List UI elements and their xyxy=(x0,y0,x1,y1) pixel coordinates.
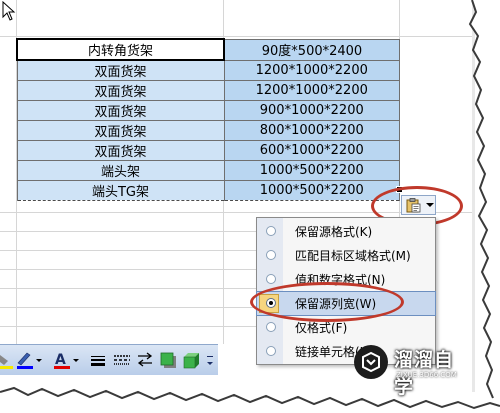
menu-item-label: 值和数字格式(N) xyxy=(295,273,386,287)
arrow-style-icon[interactable] xyxy=(136,351,154,369)
3d-icon[interactable] xyxy=(182,351,200,369)
cell-name[interactable]: 双面货架 xyxy=(16,80,225,101)
line-color-icon[interactable] xyxy=(15,351,43,369)
cell-size[interactable]: 800*1000*2200 xyxy=(223,120,400,141)
gridline xyxy=(0,288,256,289)
gridline xyxy=(0,307,256,308)
table-row[interactable]: 端头TG架 1000*500*2200 xyxy=(16,180,400,201)
radio-icon xyxy=(266,298,276,308)
menu-item-label: 保留源格式(K) xyxy=(295,225,373,239)
cell-size[interactable]: 900*1000*2200 xyxy=(223,100,400,121)
cursor-arrow-icon xyxy=(2,1,16,21)
radio-icon xyxy=(266,322,276,332)
menu-item-label: 匹配目标区域格式(M) xyxy=(295,249,411,263)
menu-item-keep-source-format[interactable]: 保留源格式(K) xyxy=(257,220,435,243)
cell-size[interactable]: 1200*1000*2200 xyxy=(223,59,400,81)
menu-item-keep-column-width[interactable]: 保留源列宽(W) xyxy=(256,291,436,316)
radio-icon xyxy=(266,226,276,236)
data-table: 内转角货架 90度*500*2400 双面货架 1200*1000*2200 双… xyxy=(16,38,400,201)
menu-item-label: 保留源列宽(W) xyxy=(295,297,377,311)
cell-name[interactable]: 双面货架 xyxy=(16,100,225,121)
watermark-logo-icon xyxy=(354,345,388,379)
paste-options-button[interactable] xyxy=(401,195,436,215)
shadow-icon[interactable] xyxy=(160,351,178,369)
watermark: 溜溜自学 ZIXUE.3D66.COM xyxy=(352,339,468,398)
fill-handle[interactable] xyxy=(396,186,403,193)
gridline xyxy=(0,36,472,37)
table-row[interactable]: 内转角货架 90度*500*2400 xyxy=(16,38,400,61)
chevron-down-icon xyxy=(426,203,434,207)
cell-size[interactable]: 600*1000*2200 xyxy=(223,140,400,161)
screenshot: 内转角货架 90度*500*2400 双面货架 1200*1000*2200 双… xyxy=(0,0,500,413)
cell-name[interactable]: 端头架 xyxy=(16,160,225,181)
radio-icon xyxy=(266,250,276,260)
cell-size[interactable]: 1000*500*2200 xyxy=(223,180,400,201)
menu-item-match-destination[interactable]: 匹配目标区域格式(M) xyxy=(257,244,435,267)
cell-name[interactable]: 双面货架 xyxy=(16,140,225,161)
table-row[interactable]: 双面货架 600*1000*2200 xyxy=(16,140,400,161)
table-row[interactable]: 双面货架 800*1000*2200 xyxy=(16,120,400,141)
cell-size[interactable]: 1000*500*2200 xyxy=(223,160,400,181)
radio-icon xyxy=(266,274,276,284)
cell-size[interactable]: 1200*1000*2200 xyxy=(223,80,400,101)
table-row[interactable]: 双面货架 1200*1000*2200 xyxy=(16,80,400,101)
font-color-icon[interactable]: A xyxy=(52,351,80,369)
drawing-toolbar: A xyxy=(0,344,218,375)
menu-item-formats-only[interactable]: 仅格式(F) xyxy=(257,316,435,339)
menu-item-label: 仅格式(F) xyxy=(295,321,348,335)
paste-options-icon xyxy=(406,198,421,213)
cell-name[interactable]: 端头TG架 xyxy=(16,180,225,201)
cell-size[interactable]: 90度*500*2400 xyxy=(223,38,400,61)
line-style-icon[interactable] xyxy=(90,351,106,369)
fill-color-icon[interactable] xyxy=(0,351,14,369)
table-row[interactable]: 双面货架 900*1000*2200 xyxy=(16,100,400,121)
table-row[interactable]: 端头架 1000*500*2200 xyxy=(16,160,400,181)
dash-style-icon[interactable] xyxy=(113,351,131,369)
radio-icon xyxy=(266,346,276,356)
worksheet[interactable]: 内转角货架 90度*500*2400 双面货架 1200*1000*2200 双… xyxy=(0,0,475,392)
cell-name[interactable]: 双面货架 xyxy=(16,59,225,81)
gridline xyxy=(0,231,256,232)
svg-text:A: A xyxy=(55,352,66,368)
gridline xyxy=(0,326,256,327)
cell-name[interactable]: 内转角货架 xyxy=(16,38,225,61)
cell-name[interactable]: 双面货架 xyxy=(16,120,225,141)
gridline xyxy=(0,269,256,270)
menu-item-values-numbers[interactable]: 值和数字格式(N) xyxy=(257,268,435,291)
table-row[interactable]: 双面货架 1200*1000*2200 xyxy=(16,59,400,81)
gridline xyxy=(0,250,256,251)
watermark-url: ZIXUE.3D66.COM xyxy=(396,371,457,379)
toolbar-options-icon[interactable] xyxy=(206,353,214,367)
